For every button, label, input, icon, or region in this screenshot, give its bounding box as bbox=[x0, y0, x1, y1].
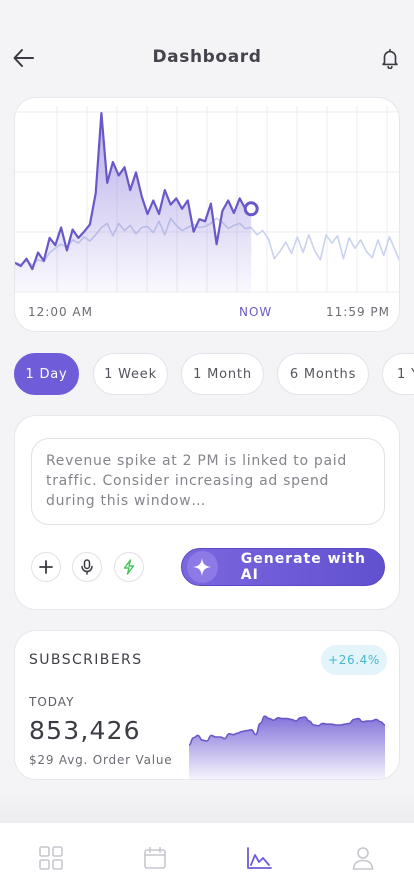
generate-with-ai-button[interactable]: Generate with AI bbox=[181, 548, 385, 586]
tab-calendar[interactable] bbox=[140, 843, 170, 873]
subscribers-value: 853,426 bbox=[29, 716, 141, 745]
add-button[interactable] bbox=[31, 552, 61, 582]
ai-prompt-input[interactable]: Revenue spike at 2 PM is linked to paid … bbox=[31, 438, 385, 525]
revenue-chart[interactable] bbox=[15, 98, 400, 298]
microphone-icon bbox=[81, 559, 93, 575]
notifications-button[interactable] bbox=[374, 42, 406, 74]
page-title: Dashboard bbox=[152, 47, 262, 67]
ai-insight-card: Revenue spike at 2 PM is linked to paid … bbox=[14, 415, 400, 610]
scroll-fade bbox=[0, 790, 414, 822]
growth-badge: +26.4% bbox=[321, 645, 387, 675]
tab-overview[interactable] bbox=[36, 843, 66, 873]
period-1-year[interactable]: 1 Year bbox=[382, 353, 414, 395]
lightning-icon bbox=[123, 559, 135, 575]
voice-button[interactable] bbox=[72, 552, 102, 582]
grid-icon bbox=[39, 846, 63, 870]
header: Dashboard bbox=[0, 0, 414, 100]
period-selector: 1 Day 1 Week 1 Month 6 Months 1 Year bbox=[14, 353, 414, 395]
x-label-start: 12:00 AM bbox=[28, 305, 93, 319]
period-label: TODAY bbox=[29, 695, 75, 709]
sparkline-area bbox=[189, 716, 385, 779]
tab-analytics[interactable] bbox=[244, 843, 274, 873]
period-1-day[interactable]: 1 Day bbox=[14, 353, 79, 395]
revenue-chart-card: 12:00 AM NOW 11:59 PM bbox=[14, 97, 400, 332]
period-6-months[interactable]: 6 Months bbox=[277, 353, 369, 395]
profile-icon bbox=[352, 847, 374, 870]
generate-label: Generate with AI bbox=[240, 551, 366, 583]
bell-icon bbox=[382, 48, 398, 69]
subscribers-sparkline bbox=[189, 715, 386, 779]
plus-icon bbox=[39, 560, 53, 574]
sparkle-icon bbox=[193, 558, 212, 576]
subscribers-title: SUBSCRIBERS bbox=[29, 652, 143, 668]
avg-order-value: $29 Avg. Order Value bbox=[29, 753, 173, 767]
x-label-end: 11:59 PM bbox=[326, 305, 390, 319]
tab-profile[interactable] bbox=[348, 843, 378, 873]
revenue-area bbox=[15, 113, 252, 292]
period-1-month[interactable]: 1 Month bbox=[181, 353, 264, 395]
sparkle-badge bbox=[187, 551, 218, 583]
period-1-week[interactable]: 1 Week bbox=[93, 353, 168, 395]
analytics-icon bbox=[247, 847, 272, 869]
quick-action-button[interactable] bbox=[114, 552, 144, 582]
x-label-now: NOW bbox=[239, 305, 273, 319]
subscribers-card: SUBSCRIBERS +26.4% TODAY 853,426 $29 Avg… bbox=[14, 630, 400, 780]
current-point-marker[interactable] bbox=[243, 201, 259, 217]
bottom-tab-bar bbox=[0, 822, 414, 896]
calendar-icon bbox=[144, 846, 166, 869]
